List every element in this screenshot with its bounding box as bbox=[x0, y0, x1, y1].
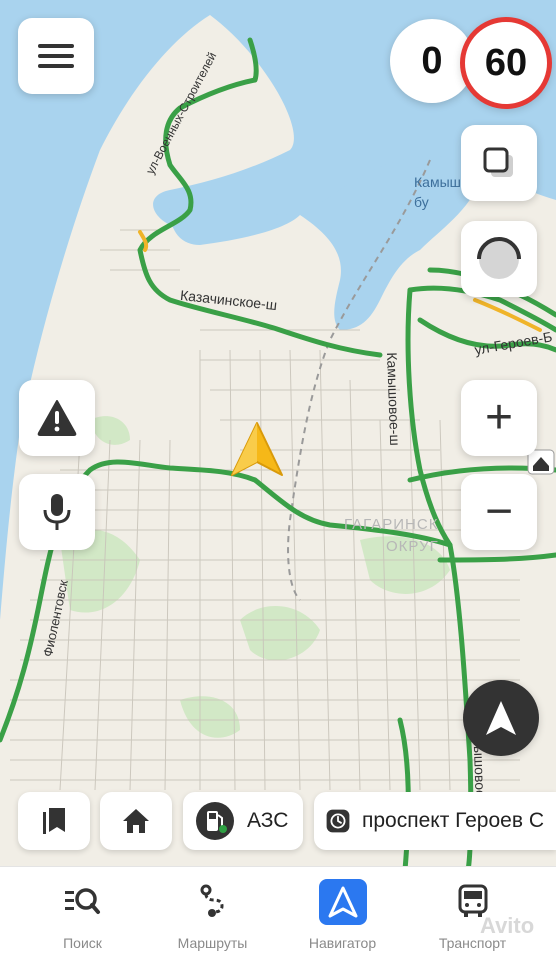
tab-search-label: Поиск bbox=[63, 935, 102, 951]
bottom-tab-bar: Поиск Маршруты Навигатор Транспорт Avito bbox=[0, 866, 556, 961]
tab-routes[interactable]: Маршруты bbox=[143, 867, 282, 961]
gas-station-icon bbox=[196, 802, 234, 840]
clock-icon bbox=[326, 809, 350, 833]
tab-routes-label: Маршруты bbox=[177, 935, 248, 951]
home-button[interactable] bbox=[100, 792, 172, 850]
zoom-in-button[interactable]: + bbox=[461, 380, 537, 456]
recent-destination-chip[interactable]: проспект Героев С bbox=[314, 792, 556, 850]
bookmarks-icon bbox=[43, 808, 65, 834]
profile-button[interactable] bbox=[461, 221, 537, 297]
microphone-icon bbox=[43, 494, 71, 530]
tab-navigator[interactable]: Навигатор bbox=[273, 867, 412, 961]
zoom-in-label: + bbox=[484, 391, 514, 444]
profile-icon bbox=[477, 237, 521, 279]
district-label-line1: ГАГАРИНСК bbox=[344, 516, 439, 533]
layers-icon bbox=[483, 147, 513, 177]
gas-station-label: АЗС bbox=[247, 809, 289, 832]
navigator-icon bbox=[328, 886, 357, 918]
report-hazard-button[interactable] bbox=[19, 380, 95, 456]
zoom-out-label: − bbox=[484, 485, 514, 538]
voice-button[interactable] bbox=[19, 474, 95, 550]
menu-icon bbox=[38, 44, 74, 68]
speed-limit-sign: 60 bbox=[460, 17, 552, 109]
home-icon bbox=[123, 809, 149, 833]
route-icon bbox=[200, 884, 224, 917]
compass-button[interactable] bbox=[463, 680, 539, 756]
watermark: Avito bbox=[480, 913, 535, 938]
recent-destination-label: проспект Героев С bbox=[362, 809, 544, 832]
compass-icon bbox=[486, 701, 516, 735]
search-icon bbox=[64, 888, 100, 914]
gas-station-chip[interactable]: АЗС bbox=[183, 792, 303, 850]
warning-icon bbox=[37, 400, 77, 436]
zoom-out-button[interactable]: − bbox=[461, 474, 537, 550]
bookmarks-button[interactable] bbox=[18, 792, 90, 850]
bay-label: Камыш бу bbox=[414, 174, 461, 210]
street-label-kamyshovoe: Камышовое-ш bbox=[384, 352, 404, 446]
menu-button[interactable] bbox=[18, 18, 94, 94]
layers-button[interactable] bbox=[461, 125, 537, 201]
district-label-line2: ОКРУГ bbox=[386, 538, 439, 555]
tab-navigator-label: Навигатор bbox=[308, 935, 377, 951]
tab-search[interactable]: Поиск bbox=[13, 867, 152, 961]
